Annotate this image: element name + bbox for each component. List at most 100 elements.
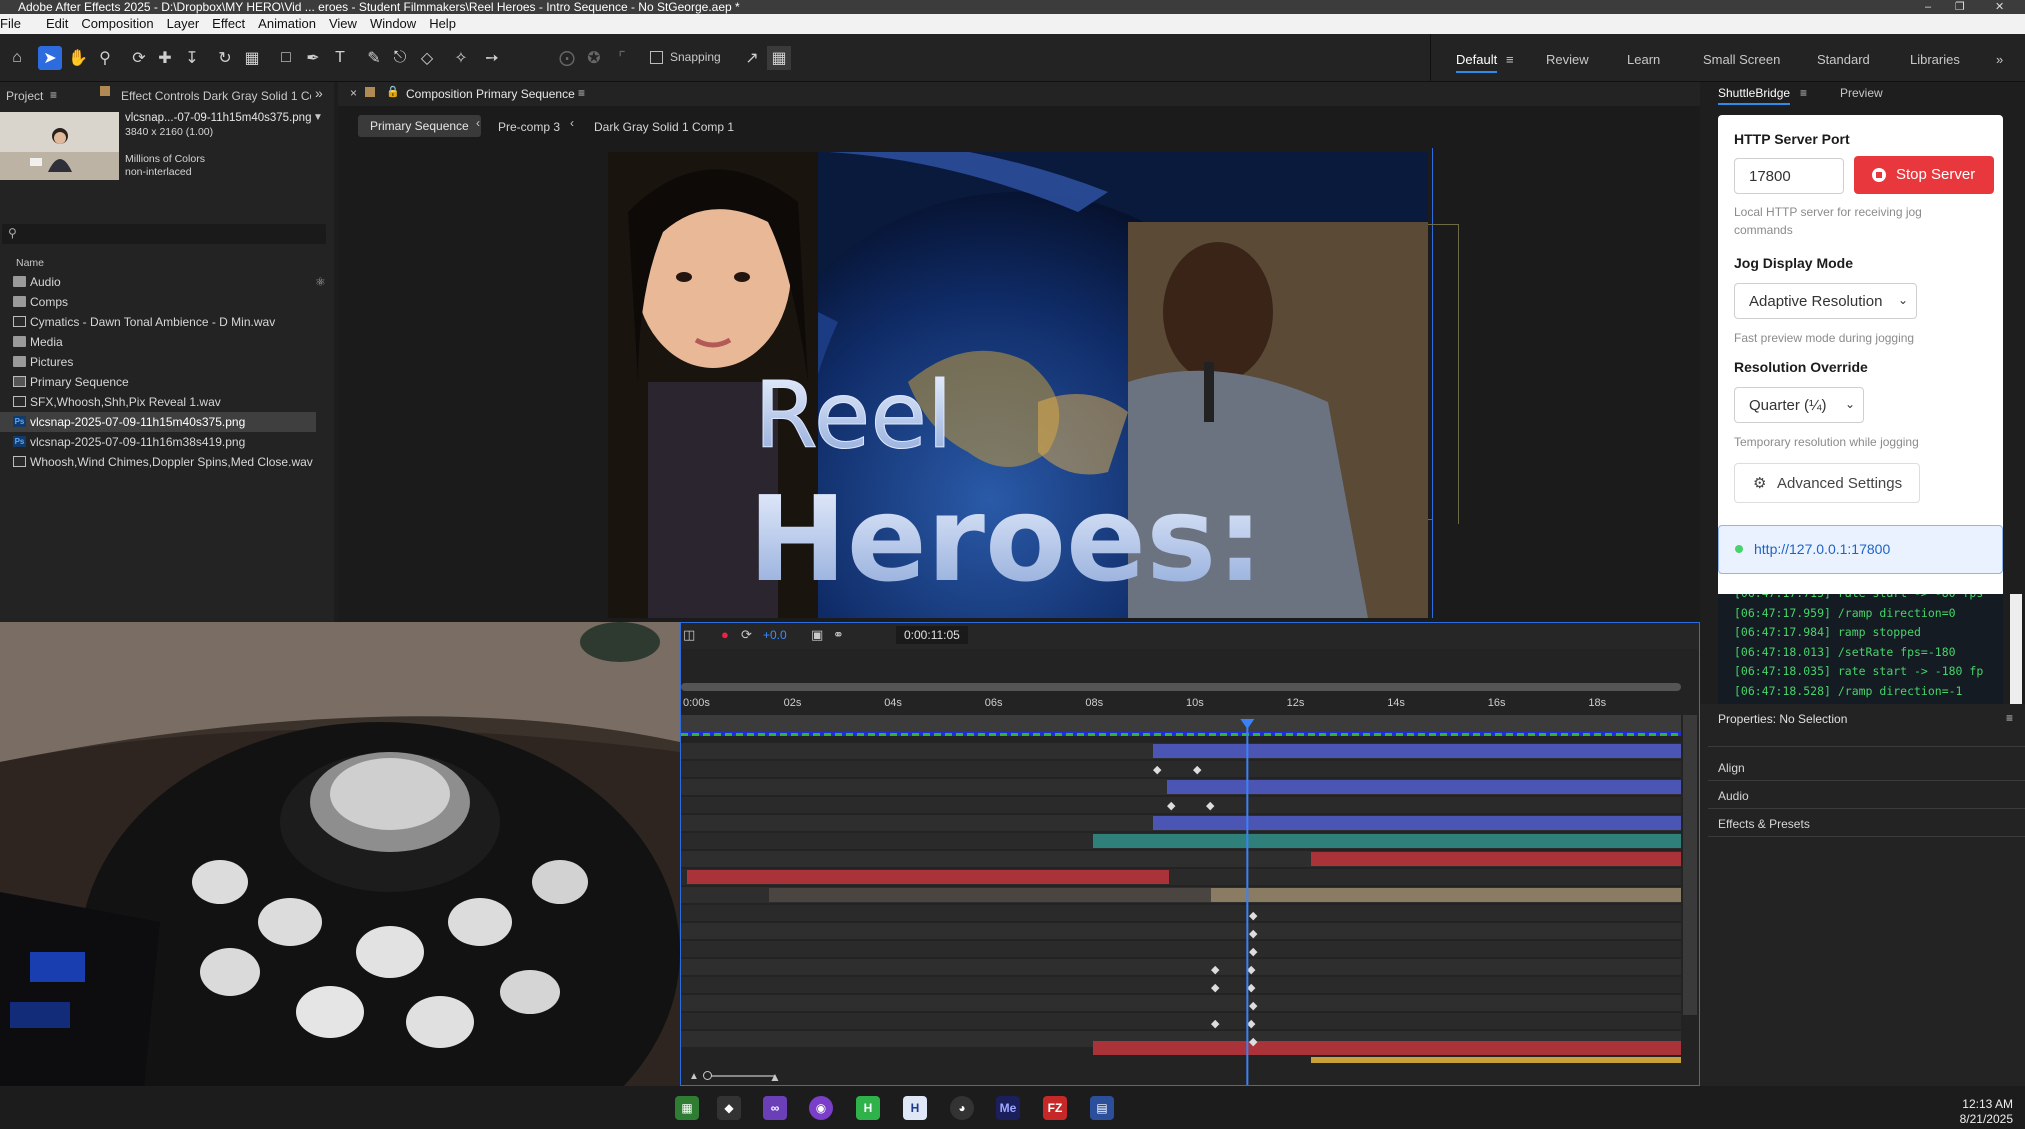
- zoom-in-icon[interactable]: ▲: [769, 1070, 781, 1084]
- anchor-tool-icon[interactable]: ▦: [240, 46, 264, 70]
- brush-tool-icon[interactable]: ✎: [362, 46, 386, 70]
- visual-studio-icon[interactable]: ∞: [763, 1096, 787, 1120]
- shuttle-menu-icon[interactable]: ≡: [1800, 86, 1807, 100]
- project-item[interactable]: Whoosh,Wind Chimes,Doppler Spins,Med Clo…: [0, 452, 316, 472]
- project-search-input[interactable]: ⚲: [2, 224, 326, 244]
- layer-bar[interactable]: [1093, 834, 1681, 848]
- keyframe-icon[interactable]: ◆: [1249, 1035, 1258, 1048]
- keyframe-icon[interactable]: ◆: [1167, 799, 1176, 812]
- remote-desktop-icon[interactable]: ▤: [1090, 1096, 1114, 1120]
- timeline-scrollbar[interactable]: [1683, 715, 1697, 1015]
- port-input[interactable]: 17800: [1734, 158, 1844, 194]
- workspace-libraries[interactable]: Libraries: [1910, 52, 1960, 67]
- close-tab-icon[interactable]: ×: [350, 86, 357, 100]
- column-name[interactable]: Name: [16, 257, 44, 269]
- close-icon[interactable]: ✕: [1995, 0, 2004, 14]
- menu-edit[interactable]: Edit: [46, 14, 77, 34]
- project-item[interactable]: Ps vlcsnap-2025-07-09-11h16m38s419.png: [0, 432, 316, 452]
- project-item[interactable]: Comps: [0, 292, 316, 312]
- playhead-line[interactable]: [1246, 719, 1249, 1085]
- obs-icon[interactable]: ◕: [950, 1096, 974, 1120]
- roto-brush-icon[interactable]: ✧: [449, 46, 473, 70]
- github-icon[interactable]: ◉: [809, 1096, 833, 1120]
- unity-icon[interactable]: ◆: [717, 1096, 741, 1120]
- comp-menu-icon[interactable]: ≡: [578, 86, 585, 100]
- puppet-pin-icon[interactable]: ➙: [480, 46, 504, 70]
- breadcrumb-primary[interactable]: Primary Sequence: [358, 115, 481, 137]
- menu-layer[interactable]: Layer: [167, 14, 209, 34]
- section-align[interactable]: Align: [1718, 761, 1745, 775]
- workspace-review[interactable]: Review: [1546, 52, 1589, 67]
- h-app-icon[interactable]: H: [856, 1096, 880, 1120]
- workspace-learn[interactable]: Learn: [1627, 52, 1660, 67]
- project-item[interactable]: Ps vlcsnap-2025-07-09-11h15m40s375.png: [0, 412, 316, 432]
- project-item[interactable]: Media: [0, 332, 316, 352]
- type-tool-icon[interactable]: T: [328, 46, 352, 70]
- server-url-link[interactable]: http://127.0.0.1:17800: [1754, 541, 1890, 557]
- keyframe-icon[interactable]: ◆: [1153, 763, 1162, 776]
- interpret-footage-icon[interactable]: ⚛: [315, 275, 326, 289]
- workspace-menu-icon[interactable]: ≡: [1506, 52, 1514, 67]
- track-row[interactable]: [681, 1013, 1681, 1029]
- tab-effect-controls[interactable]: Effect Controls Dark Gray Solid 1 Cor: [121, 85, 311, 107]
- filezilla-icon[interactable]: FZ: [1043, 1096, 1067, 1120]
- playhead-handle[interactable]: [1240, 719, 1255, 729]
- track-row[interactable]: [681, 995, 1681, 1011]
- hand-tool-icon[interactable]: ✋: [66, 46, 90, 70]
- home-icon[interactable]: ⌂: [5, 46, 29, 70]
- axis-world-icon[interactable]: ⌜: [610, 46, 634, 70]
- project-menu-icon[interactable]: ≡: [50, 88, 57, 102]
- clock-date[interactable]: 8/21/2025: [1955, 1112, 2013, 1126]
- properties-menu-icon[interactable]: ≡: [2006, 711, 2013, 725]
- project-item[interactable]: Cymatics - Dawn Tonal Ambience - D Min.w…: [0, 312, 316, 332]
- snapping-checkbox[interactable]: [650, 51, 663, 64]
- composition-canvas[interactable]: Reel Heroes:: [608, 152, 1428, 618]
- workspace-small-screen[interactable]: Small Screen: [1703, 52, 1780, 67]
- tab-shuttlebridge[interactable]: ShuttleBridge: [1718, 86, 1791, 105]
- keyframe-icon[interactable]: ◆: [1211, 963, 1220, 976]
- menu-file[interactable]: File: [0, 14, 30, 34]
- menu-effect[interactable]: Effect: [212, 14, 254, 34]
- keyframe-icon[interactable]: ◆: [1211, 981, 1220, 994]
- resolution-select[interactable]: Quarter (¼) ⌄: [1734, 387, 1864, 423]
- menu-view[interactable]: View: [329, 14, 366, 34]
- clone-stamp-icon[interactable]: ⎋: [388, 46, 412, 70]
- axis-icon[interactable]: ✪: [582, 46, 606, 70]
- minimize-icon[interactable]: –: [1925, 0, 1931, 14]
- jog-mode-select[interactable]: Adaptive Resolution ⌄: [1734, 283, 1917, 319]
- preview-dropdown-icon[interactable]: ▼: [313, 112, 323, 123]
- section-effects-presets[interactable]: Effects & Presets: [1718, 817, 1810, 831]
- menu-animation[interactable]: Animation: [258, 14, 325, 34]
- h-document-icon[interactable]: H: [903, 1096, 927, 1120]
- lock-icon[interactable]: 🔒: [386, 85, 400, 98]
- layer-bar[interactable]: [1153, 816, 1681, 830]
- breadcrumb-solid[interactable]: Dark Gray Solid 1 Comp 1: [594, 120, 734, 134]
- rotate-tool-icon[interactable]: ↻: [213, 46, 237, 70]
- menu-window[interactable]: Window: [370, 14, 425, 34]
- workspace-default[interactable]: Default: [1456, 52, 1498, 73]
- track-row[interactable]: [681, 905, 1681, 921]
- zoom-slider-handle[interactable]: [703, 1071, 712, 1080]
- timeline-tracks[interactable]: ◆ ◆◆ ◆◆ ◆◆ ◆◆ ◆◆◆◆◆◆: [681, 623, 1699, 1085]
- eraser-tool-icon[interactable]: ◇: [415, 46, 439, 70]
- snap-option-icon[interactable]: ↗: [740, 46, 764, 70]
- media-encoder-icon[interactable]: Me: [996, 1096, 1020, 1120]
- track-row[interactable]: [681, 797, 1681, 813]
- project-item[interactable]: Audio: [0, 272, 316, 292]
- align-icon[interactable]: ⨀: [555, 46, 579, 70]
- workspace-standard[interactable]: Standard: [1817, 52, 1870, 67]
- zoom-slider[interactable]: [705, 1075, 775, 1077]
- section-audio[interactable]: Audio: [1718, 789, 1749, 803]
- layer-bar[interactable]: [1211, 888, 1681, 902]
- keyframe-icon[interactable]: ◆: [1249, 927, 1258, 940]
- stop-server-button[interactable]: Stop Server: [1854, 156, 1994, 194]
- track-row[interactable]: [681, 923, 1681, 939]
- layer-bar[interactable]: [1167, 780, 1681, 794]
- breadcrumb-precomp[interactable]: Pre-comp 3: [498, 120, 560, 134]
- keyframe-icon[interactable]: ◆: [1206, 799, 1215, 812]
- log-scrollbar[interactable]: [2010, 594, 2022, 704]
- track-row[interactable]: [681, 959, 1681, 975]
- rectangle-tool-icon[interactable]: □: [274, 46, 298, 70]
- zoom-out-icon[interactable]: ▲: [689, 1071, 699, 1082]
- project-item[interactable]: Primary Sequence: [0, 372, 316, 392]
